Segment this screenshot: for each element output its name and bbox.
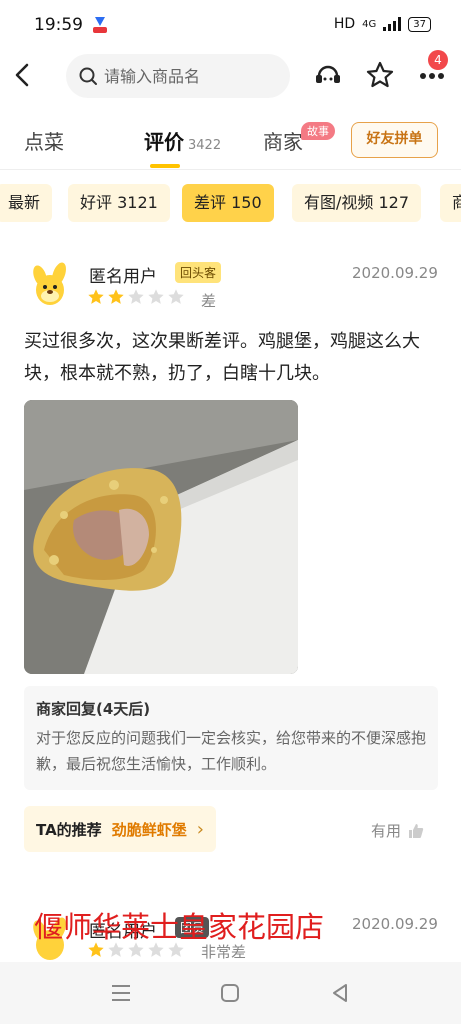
search-box[interactable] bbox=[66, 54, 290, 98]
returning-customer-badge: 回头客 bbox=[175, 262, 222, 283]
battery-icon: 37 bbox=[408, 16, 431, 32]
back-arrow-icon[interactable] bbox=[10, 61, 36, 89]
useful-button[interactable]: 有用 bbox=[371, 820, 425, 841]
thumbs-up-icon bbox=[409, 823, 424, 838]
filter-more[interactable]: 商 bbox=[440, 184, 461, 222]
top-nav bbox=[0, 52, 461, 98]
hd-indicator: HD bbox=[333, 16, 356, 32]
useful-label: 有用 bbox=[371, 822, 402, 840]
filter-latest[interactable]: 最新 bbox=[0, 184, 53, 222]
star-empty-icon bbox=[128, 289, 144, 304]
review-date-2: 2020.09.29 bbox=[352, 915, 438, 933]
recommendation-label: TA的推荐 bbox=[36, 820, 102, 839]
star-filled-icon bbox=[108, 289, 124, 304]
reviews-count: 3422 bbox=[188, 138, 222, 153]
network-type: 4G bbox=[362, 18, 377, 30]
app-notification-icon bbox=[93, 17, 107, 33]
tab-reviews-label: 评价 bbox=[144, 130, 184, 154]
story-tag: 故事 bbox=[301, 122, 335, 140]
search-input[interactable] bbox=[104, 66, 274, 86]
status-time: 19:59 bbox=[34, 15, 83, 35]
star-rating bbox=[87, 288, 185, 306]
reply-title: 商家回复(4天后) bbox=[36, 700, 151, 718]
home-icon[interactable] bbox=[220, 983, 240, 1003]
status-right: HD 4G 37 bbox=[334, 16, 431, 32]
tab-reviews[interactable]: 评价 3422 bbox=[144, 126, 221, 155]
back-triangle-icon[interactable] bbox=[330, 983, 350, 1003]
notification-badge: 4 bbox=[428, 50, 448, 70]
menu-icon[interactable] bbox=[110, 983, 132, 1003]
review-photo-image bbox=[24, 400, 298, 674]
group-order-button[interactable]: 好友拼单 bbox=[351, 122, 438, 158]
reply-text: 对于您反应的问题我们一定会核实，给您带来的不便深感抱歉，最后祝您生活愉快，工作顺… bbox=[36, 729, 427, 773]
avatar bbox=[33, 262, 66, 305]
star-empty-icon bbox=[168, 289, 184, 304]
active-tab-indicator bbox=[150, 164, 180, 168]
chevron-right-icon: › bbox=[196, 818, 204, 840]
recommendation-chip[interactable]: TA的推荐 劲脆鲜虾堡 › bbox=[24, 806, 216, 852]
filter-negative[interactable]: 差评 150 bbox=[182, 184, 274, 222]
system-nav-bar bbox=[0, 962, 461, 1024]
review-photo[interactable] bbox=[24, 400, 298, 674]
review-username: 匿名用户 bbox=[89, 267, 157, 287]
rating-label: 差 bbox=[201, 292, 217, 310]
recommended-dish: 劲脆鲜虾堡 bbox=[111, 820, 187, 839]
review-text: 买过很多次，这次果断差评。鸡腿堡，鸡腿这么大块，根本就不熟，扔了，白瞎十几块。 bbox=[24, 331, 420, 384]
review-filters: 最新 好评 3121 差评 150 有图/视频 127 商 bbox=[0, 180, 461, 230]
tab-order[interactable]: 点菜 bbox=[24, 126, 64, 155]
tab-merchant[interactable]: 商家 bbox=[263, 126, 303, 155]
star-empty-icon bbox=[148, 289, 164, 304]
search-icon bbox=[79, 67, 97, 85]
signal-icon bbox=[383, 17, 402, 31]
customer-service-icon[interactable] bbox=[313, 60, 343, 90]
filter-with-media[interactable]: 有图/视频 127 bbox=[292, 184, 422, 222]
filter-positive[interactable]: 好评 3121 bbox=[68, 184, 170, 222]
review-date: 2020.09.29 bbox=[352, 264, 438, 282]
store-watermark: 偃师华莱士皇家花园店 bbox=[34, 910, 325, 944]
merchant-reply: 商家回复(4天后) 对于您反应的问题我们一定会核实，给您带来的不便深感抱歉，最后… bbox=[24, 686, 438, 790]
star-filled-icon bbox=[88, 289, 104, 304]
star-icon[interactable] bbox=[365, 60, 395, 90]
status-bar: 19:59 HD 4G 37 bbox=[0, 0, 461, 52]
tab-bar: 点菜 评价 3422 商家 故事 好友拼单 bbox=[0, 110, 461, 170]
